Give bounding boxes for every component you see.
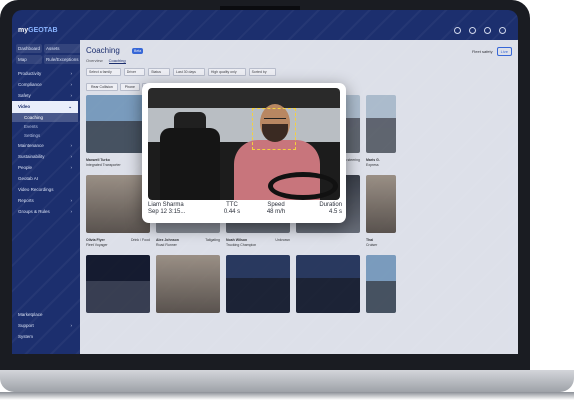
tab-coaching[interactable]: Coaching — [108, 58, 126, 64]
sidebar-item-support[interactable]: Support › — [12, 320, 78, 331]
speed-stat: Speed 48 m/h — [266, 202, 286, 215]
sidebar-item-marketplace[interactable]: Marketplace — [12, 309, 78, 320]
laptop-mockup: myGEOTAB Dashboard Assets Map Rule/Excep… — [0, 0, 574, 400]
sidebar-subitem-coaching[interactable]: Coaching — [12, 113, 78, 122]
sidebar-bottom: Marketplace Support › System — [12, 309, 78, 342]
event-detail-card[interactable]: Liam Sharma Sep 12 3:15... TTC 0.44 s Sp… — [142, 83, 346, 223]
driver-name: Liam Sharma — [148, 202, 184, 208]
sidebar-item-people[interactable]: People › — [12, 162, 78, 173]
top-icons — [454, 26, 506, 34]
video-caption — [296, 238, 360, 250]
video-thumbnail[interactable] — [156, 255, 220, 313]
sidebar: Dashboard Assets Map Rule/Exceptions Pro… — [12, 40, 81, 354]
video-caption: Alex Johnson Road Runner Tailgating — [156, 238, 220, 247]
steering-wheel — [268, 172, 338, 200]
face-detection-box — [252, 108, 296, 150]
driver-select[interactable]: Driver — [123, 68, 146, 76]
notifications-icon[interactable] — [469, 26, 476, 34]
settings-icon[interactable] — [484, 26, 491, 34]
live-button[interactable]: Live — [496, 47, 512, 56]
page-title: Coaching — [86, 46, 120, 55]
laptop-base — [0, 370, 574, 392]
sidebar-item-geotab-ai[interactable]: Geotab AI — [12, 173, 78, 184]
quick-links: Dashboard Assets Map Rule/Exceptions — [12, 40, 81, 68]
laptop-shadow — [0, 392, 574, 400]
status-select[interactable]: Status — [148, 68, 171, 76]
sidebar-subitem-events[interactable]: Events — [12, 122, 78, 131]
help-icon[interactable] — [454, 26, 461, 34]
video-thumbnail[interactable] — [296, 255, 360, 313]
beta-badge: Beta — [132, 48, 144, 54]
video-caption: Olivia Flyer Fleet Voyager Drink / Food — [86, 238, 150, 247]
video-caption: Noah Wilson Trucking Champion Unknown — [226, 238, 290, 247]
top-bar: myGEOTAB — [12, 22, 518, 38]
duration-stat: Duration 4.5 s — [319, 202, 342, 215]
video-thumbnail[interactable] — [366, 95, 396, 153]
sidebar-item-safety[interactable]: Safety › — [12, 90, 78, 101]
video-caption: Thai Cruiser — [366, 238, 378, 247]
tab-bar: Overview Coaching — [86, 58, 126, 64]
video-caption: Maris G. Express — [366, 158, 380, 167]
sort-select[interactable]: Sorted by — [248, 68, 276, 76]
quick-link-rules[interactable]: Rule/Exceptions — [44, 55, 81, 64]
event-stats: Liam Sharma Sep 12 3:15... TTC 0.44 s Sp… — [142, 201, 346, 223]
sidebar-item-video-recordings[interactable]: Video Recordings — [12, 184, 78, 195]
sidebar-item-maintenance[interactable]: Maintenance › — [12, 140, 78, 151]
chip-phone[interactable]: Phone — [119, 83, 140, 91]
sidebar-subitem-settings[interactable]: Settings — [12, 131, 78, 140]
sidebar-item-sustainability[interactable]: Sustainability › — [12, 151, 78, 162]
sidebar-item-reports[interactable]: Reports › — [12, 195, 78, 206]
fleet-safety-label: Fleet safety — [471, 49, 493, 54]
sidebar-item-groups-rules[interactable]: Groups & Rules › — [12, 206, 78, 217]
driver-stat: Liam Sharma Sep 12 3:15... — [148, 202, 210, 222]
event-date: Sep 12 3:15... — [148, 209, 186, 215]
app-logo[interactable]: myGEOTAB — [18, 27, 58, 34]
ttc-stat: TTC 0.44 s — [223, 202, 241, 215]
video-thumbnail[interactable] — [226, 255, 290, 313]
video-thumbnail[interactable] — [366, 255, 396, 313]
sidebar-item-productivity[interactable]: Productivity › — [12, 68, 78, 79]
sidebar-item-system[interactable]: System — [12, 331, 78, 342]
cabin-video-frame[interactable] — [148, 88, 340, 200]
passenger-seat — [160, 128, 220, 200]
family-select[interactable]: Select a family — [86, 68, 121, 76]
video-caption: Maxwell Turko Integrated Transporter — [86, 158, 121, 167]
header-right: Fleet safety Live — [472, 47, 512, 56]
quick-link-assets[interactable]: Assets — [44, 44, 81, 53]
video-thumbnail[interactable] — [86, 175, 150, 233]
tab-overview[interactable]: Overview — [86, 58, 103, 64]
video-thumbnail[interactable] — [366, 175, 396, 233]
sidebar-item-video[interactable]: Video ⌄ — [12, 101, 78, 113]
high-quality-checkbox[interactable]: High quality only — [207, 68, 246, 76]
quick-link-dashboard[interactable]: Dashboard — [16, 44, 43, 53]
quick-link-map[interactable]: Map — [16, 55, 43, 64]
video-thumbnail[interactable] — [86, 95, 150, 153]
user-icon[interactable] — [499, 26, 506, 34]
video-thumbnail[interactable] — [86, 255, 150, 313]
date-range-select[interactable]: Last 30 days — [173, 68, 205, 76]
chip-rear-collision[interactable]: Rear Collision — [86, 83, 118, 91]
filter-row: Select a family Driver Status Last 30 da… — [86, 68, 276, 76]
sidebar-item-compliance[interactable]: Compliance › — [12, 79, 78, 90]
